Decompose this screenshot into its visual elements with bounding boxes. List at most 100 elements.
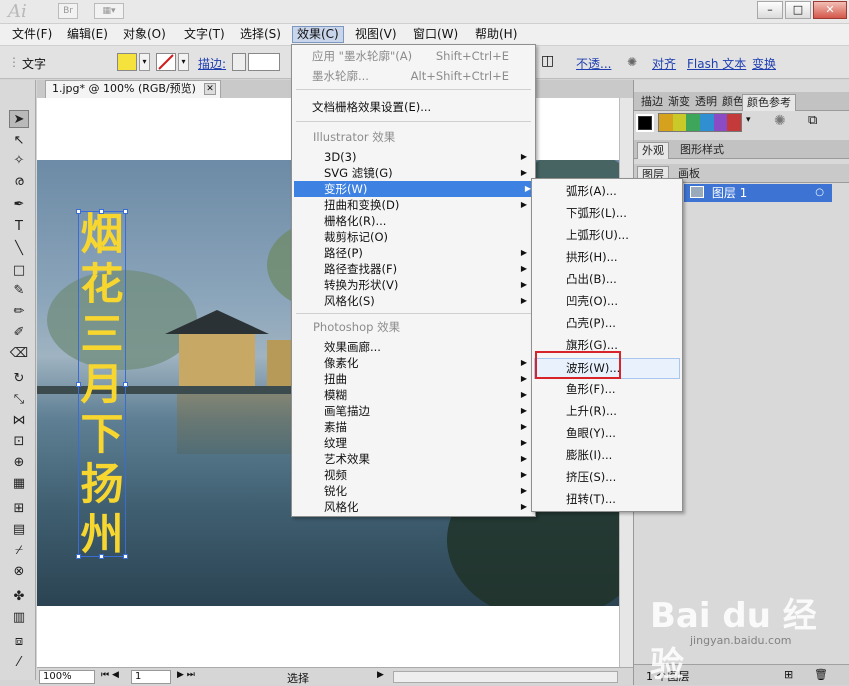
warp-twist[interactable]: 扭转(T)... <box>566 490 676 508</box>
menu-item-pixelate[interactable]: 像素化 ▶ <box>324 355 529 371</box>
symbol-sprayer-tool-icon[interactable]: ✤ <box>9 588 29 606</box>
warp-shell-upper[interactable]: 凸壳(P)... <box>566 314 676 332</box>
resize-handle[interactable] <box>123 382 128 387</box>
maximize-button[interactable]: □ <box>785 1 811 19</box>
page-nav-first-icon[interactable]: ⏮ ◀ <box>101 670 119 680</box>
menu-item-warp[interactable]: 变形(W) ▶ <box>294 181 533 197</box>
line-tool-icon[interactable]: ╲ <box>9 240 29 258</box>
artboard-tool-icon[interactable]: ⧈ <box>9 633 29 651</box>
rectangle-tool-icon[interactable]: □ <box>9 262 29 280</box>
menu-item-crop-marks[interactable]: 裁剪标记(O) <box>324 229 529 245</box>
column-graph-tool-icon[interactable]: ▥ <box>9 609 29 627</box>
resize-handle[interactable] <box>123 554 128 559</box>
warp-squeeze[interactable]: 挤压(S)... <box>566 468 676 486</box>
width-tool-icon[interactable]: ⋈ <box>9 412 29 430</box>
warp-arc-lower[interactable]: 下弧形(L)... <box>566 204 676 222</box>
minimize-button[interactable]: – <box>757 1 783 19</box>
warp-arc[interactable]: 弧形(A)... <box>566 182 676 200</box>
lasso-tool-icon[interactable]: ര <box>9 173 29 191</box>
menu-item-blur[interactable]: 模糊 ▶ <box>324 387 529 403</box>
menu-item-convert-to-shape[interactable]: 转换为形状(V) ▶ <box>324 277 529 293</box>
eyedropper-tool-icon[interactable]: ⌿ <box>9 542 29 560</box>
menu-item-distort-transform[interactable]: 扭曲和变换(D) ▶ <box>324 197 529 213</box>
tab-transparency[interactable]: 透明 <box>691 94 721 111</box>
warp-rise[interactable]: 上升(R)... <box>566 402 676 420</box>
base-color-swatch[interactable] <box>636 114 654 132</box>
page-nav-last-icon[interactable]: ▶ ⏭ <box>177 670 195 680</box>
resize-handle[interactable] <box>123 209 128 214</box>
menu-help[interactable]: 帮助(H) <box>471 27 521 44</box>
menu-view[interactable]: 视图(V) <box>351 27 401 44</box>
menu-item-apply-last-effect[interactable]: 应用 "墨水轮廓"(A) Shift+Ctrl+E <box>312 48 529 64</box>
close-button[interactable]: ✕ <box>813 1 847 19</box>
menu-item-path[interactable]: 路径(P) ▶ <box>324 245 529 261</box>
slice-tool-icon[interactable]: ⁄ <box>9 654 29 672</box>
menu-edit[interactable]: 编辑(E) <box>63 27 112 44</box>
menu-item-stylize-ai[interactable]: 风格化(S) ▶ <box>324 293 529 309</box>
harmony-dropdown-icon[interactable]: ▾ <box>746 115 751 125</box>
status-menu-arrow-icon[interactable]: ▶ <box>377 670 384 680</box>
recolor-icon[interactable]: ✺ <box>627 55 637 69</box>
flash-text-link[interactable]: Flash 文本 <box>687 55 746 72</box>
warp-inflate[interactable]: 膨胀(I)... <box>566 446 676 464</box>
scale-tool-icon[interactable]: ⤡ <box>9 391 29 409</box>
fill-dropdown[interactable]: ▾ <box>139 53 150 71</box>
horizontal-scrollbar[interactable] <box>393 671 618 683</box>
blend-tool-icon[interactable]: ⊗ <box>9 563 29 581</box>
pen-tool-icon[interactable]: ✒ <box>9 196 29 214</box>
menu-object[interactable]: 对象(O) <box>119 27 170 44</box>
guide-color-chip[interactable] <box>686 114 701 131</box>
save-color-group-icon[interactable]: ⧉ <box>808 113 817 128</box>
resize-handle[interactable] <box>76 382 81 387</box>
menu-window[interactable]: 窗口(W) <box>409 27 462 44</box>
menu-item-video[interactable]: 视频 ▶ <box>324 467 529 483</box>
shape-builder-tool-icon[interactable]: ⊕ <box>9 454 29 472</box>
stroke-label[interactable]: 描边: <box>198 55 226 72</box>
menu-item-last-effect[interactable]: 墨水轮廓... Alt+Shift+Ctrl+E <box>312 68 529 84</box>
recolor-artwork-icon[interactable]: ✺ <box>774 113 786 129</box>
blob-brush-tool-icon[interactable]: ✐ <box>9 324 29 342</box>
menu-item-rasterize[interactable]: 栅格化(R)... <box>324 213 529 229</box>
bridge-button[interactable]: Br <box>58 3 78 19</box>
warp-bulge[interactable]: 凸出(B)... <box>566 270 676 288</box>
perspective-grid-tool-icon[interactable]: ▦ <box>9 475 29 493</box>
rotate-tool-icon[interactable]: ↻ <box>9 370 29 388</box>
menu-item-pathfinder[interactable]: 路径查找器(F) ▶ <box>324 261 529 277</box>
guide-color-chip[interactable] <box>672 114 687 131</box>
eraser-tool-icon[interactable]: ⌫ <box>9 345 29 363</box>
resize-handle[interactable] <box>99 554 104 559</box>
warp-fish[interactable]: 鱼形(F)... <box>566 380 676 398</box>
align-link[interactable]: 对齐 <box>652 55 676 72</box>
stroke-weight-field[interactable] <box>248 53 280 71</box>
document-tab[interactable]: 1.jpg* @ 100% (RGB/预览) ✕ <box>45 80 221 98</box>
harmony-rules-strip[interactable] <box>658 113 742 132</box>
magic-wand-tool-icon[interactable]: ✧ <box>9 152 29 170</box>
warp-shell-lower[interactable]: 凹壳(O)... <box>566 292 676 310</box>
close-tab-icon[interactable]: ✕ <box>203 83 216 95</box>
direct-selection-tool-icon[interactable]: ↖ <box>9 132 29 150</box>
type-tool-icon[interactable]: T <box>9 218 29 236</box>
gradient-tool-icon[interactable]: ▤ <box>9 521 29 539</box>
page-field[interactable]: 1 <box>131 670 171 684</box>
warp-fisheye[interactable]: 鱼眼(Y)... <box>566 424 676 442</box>
tab-color-guide[interactable]: 颜色参考 <box>742 94 796 111</box>
status-mode[interactable]: 选择 <box>287 670 309 686</box>
menu-item-raster-settings[interactable]: 文档栅格效果设置(E)... <box>312 99 529 115</box>
menu-item-texture[interactable]: 纹理 ▶ <box>324 435 529 451</box>
menu-item-sketch[interactable]: 素描 ▶ <box>324 419 529 435</box>
menu-item-stylize-ps[interactable]: 风格化 ▶ <box>324 499 529 515</box>
transform-link[interactable]: 变换 <box>752 55 776 72</box>
menu-item-brush-strokes[interactable]: 画笔描边 ▶ <box>324 403 529 419</box>
opacity-link[interactable]: 不透... <box>576 55 611 72</box>
menu-select[interactable]: 选择(S) <box>236 27 285 44</box>
menu-item-effect-gallery[interactable]: 效果画廊... <box>324 339 529 355</box>
guide-color-chip[interactable] <box>700 114 714 131</box>
menu-item-artistic[interactable]: 艺术效果 ▶ <box>324 451 529 467</box>
warp-arc-upper[interactable]: 上弧形(U)... <box>566 226 676 244</box>
arrange-documents-button[interactable]: ▦▾ <box>94 3 124 19</box>
layer-row[interactable]: 图层 1 ○ <box>684 184 832 202</box>
target-icon[interactable]: ○ <box>815 184 824 202</box>
menu-item-distort[interactable]: 扭曲 ▶ <box>324 371 529 387</box>
mesh-tool-icon[interactable]: ⊞ <box>9 500 29 518</box>
menu-item-3d[interactable]: 3D(3) ▶ <box>324 149 529 165</box>
